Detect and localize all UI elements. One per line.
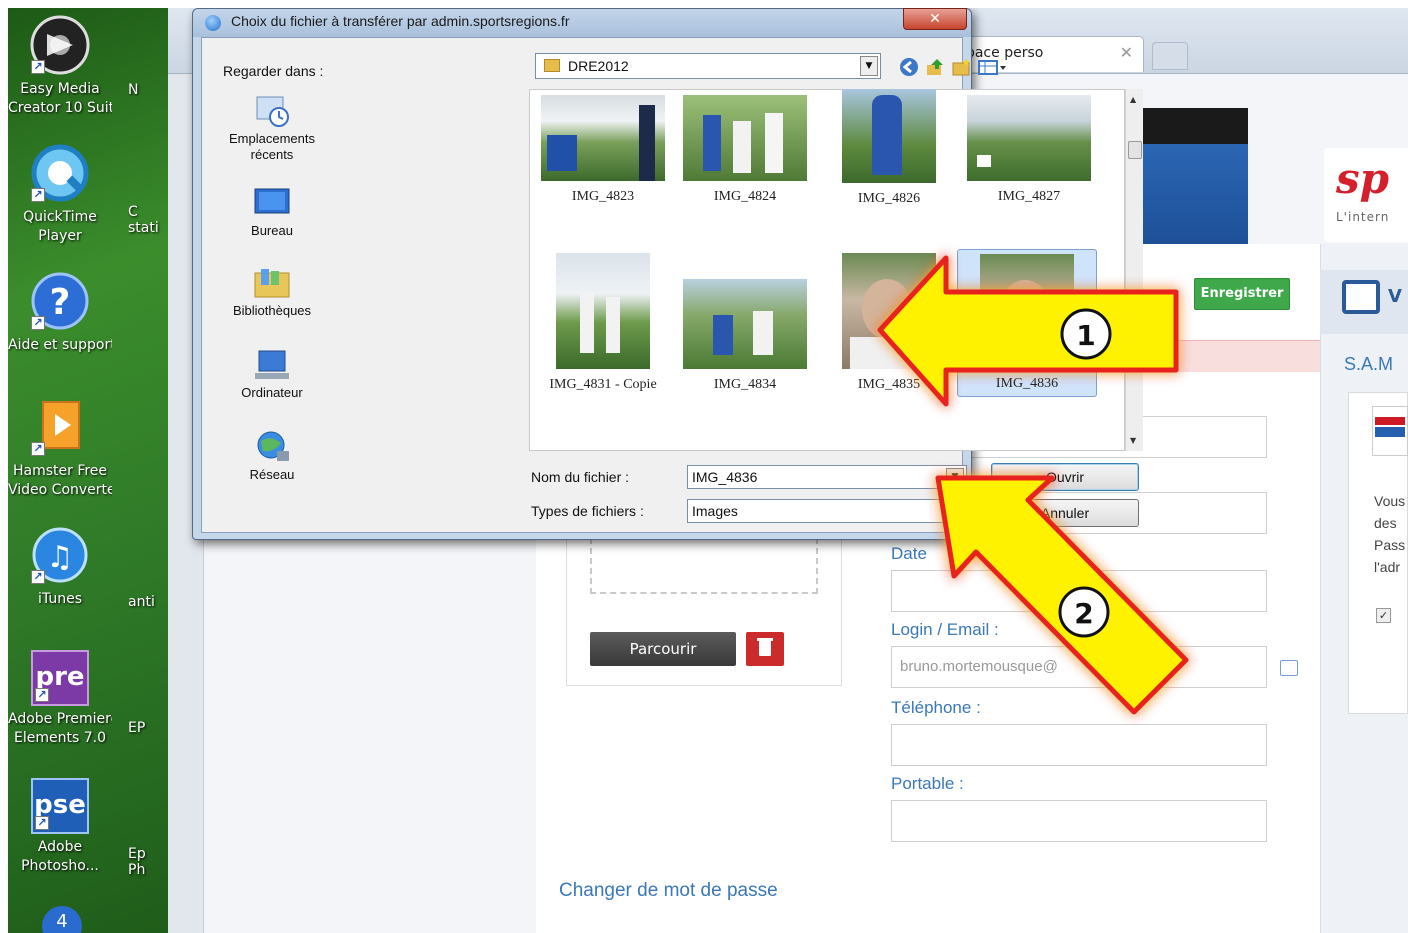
desktop-icon (251, 185, 293, 221)
hamster-icon: ↗ (29, 396, 91, 458)
network-icon (251, 429, 293, 465)
filename-input[interactable]: IMG_4836 ▼ (687, 465, 967, 489)
sidebar-head-text: V (1388, 286, 1402, 307)
window-icon (1342, 280, 1380, 314)
premiere-icon: pre ↗ (31, 650, 89, 706)
file-item[interactable]: IMG_4831 - Copie (533, 253, 673, 393)
place-recent[interactable]: Emplacements récents (213, 93, 331, 163)
image-thumbnail (683, 95, 807, 181)
image-thumbnail (556, 253, 650, 369)
scroll-thumb[interactable] (1128, 141, 1142, 159)
view-menu-icon[interactable] (977, 57, 1007, 77)
browse-button[interactable]: Parcourir (590, 632, 736, 666)
open-button[interactable]: Ouvrir (991, 463, 1139, 491)
sidebar-checkbox[interactable]: ✓ (1376, 608, 1391, 623)
filename-label: Nom du fichier : (531, 469, 630, 485)
save-button[interactable]: Enregistrer (1194, 278, 1290, 310)
desktop-label-col2: Ep Ph (128, 846, 146, 878)
place-network[interactable]: Réseau (213, 429, 331, 483)
desktop-label-col2: anti (128, 594, 155, 610)
recent-places-icon (251, 93, 293, 129)
scroll-down-icon[interactable]: ▼ (1130, 436, 1136, 445)
dialog-titlebar[interactable]: Choix du fichier à transférer par admin.… (193, 8, 971, 37)
sidebar-text: Vous des Pass l'adr (1374, 493, 1406, 575)
file-item[interactable]: IMG_4824 (675, 95, 815, 205)
folder-icon (544, 59, 560, 72)
scroll-up-icon[interactable]: ▲ (1130, 95, 1136, 104)
svg-text:?: ? (50, 282, 71, 323)
date-field[interactable] (891, 570, 1267, 612)
up-folder-icon[interactable] (925, 57, 945, 77)
computer-icon (251, 347, 293, 383)
desktop-icon-help[interactable]: ? ↗ Aide et support (8, 270, 112, 355)
libraries-icon (251, 265, 293, 301)
date-label: Date (891, 544, 927, 563)
browser-globe-icon (205, 15, 221, 31)
file-item[interactable]: IMG_4835 (819, 253, 959, 393)
sidebar-title: S.A.M (1344, 354, 1394, 374)
login-email-field[interactable]: bruno.mortemousque@ (891, 646, 1267, 688)
phone-field[interactable] (891, 724, 1267, 766)
desktop-label-col2: EP (128, 720, 146, 736)
dialog-title: Choix du fichier à transférer par admin.… (231, 13, 570, 29)
info-icon[interactable] (1280, 660, 1298, 676)
image-thumbnail (967, 95, 1091, 181)
file-item[interactable]: IMG_4823 (533, 95, 673, 205)
trash-icon (759, 641, 771, 656)
filetype-label: Types de fichiers : (531, 503, 644, 519)
desktop-label-col2: N (128, 82, 139, 98)
desktop-icon-quicktime[interactable]: ↗ QuickTime Player (8, 142, 112, 246)
help-icon: ? ↗ (29, 270, 91, 332)
phone-label: Téléphone : (891, 698, 981, 717)
chevron-down-icon[interactable]: ▼ (860, 56, 878, 76)
file-list-scrollbar[interactable]: ▲ ▼ (1125, 89, 1143, 451)
login-label: Login / Email : (891, 620, 999, 639)
desktop-icon-itunes[interactable]: ♫ ↗ iTunes (8, 524, 112, 609)
svg-text:♫: ♫ (47, 540, 74, 575)
desktop-label-col2: C stati (128, 204, 159, 236)
place-computer[interactable]: Ordinateur (213, 347, 331, 401)
back-icon[interactable] (899, 57, 919, 77)
cancel-button[interactable]: Annuler (991, 499, 1139, 527)
new-tab-button[interactable] (1152, 42, 1188, 70)
image-thumbnail (842, 89, 936, 183)
chevron-down-icon[interactable]: ▼ (946, 468, 964, 486)
club-logo (1372, 406, 1408, 456)
image-thumbnail (980, 254, 1074, 370)
file-item[interactable]: IMG_4834 (675, 279, 815, 393)
desktop-icon-premiere[interactable]: pre ↗ Adobe Premiere Elements 7.0 (8, 650, 112, 748)
delete-photo-button[interactable] (746, 632, 784, 666)
new-folder-icon[interactable] (951, 57, 971, 77)
tab-close-icon[interactable]: ✕ (1120, 43, 1133, 62)
file-item[interactable]: IMG_4826 (819, 89, 959, 207)
change-password-link[interactable]: Changer de mot de passe (559, 880, 778, 902)
mobile-field[interactable] (891, 800, 1267, 842)
mobile-label: Portable : (891, 774, 964, 793)
site-logo[interactable]: sp L'intern (1324, 148, 1408, 242)
desktop-icon-hamster[interactable]: ↗ Hamster Free Video Converter (8, 396, 112, 500)
easy-media-icon: ↗ (29, 14, 91, 76)
screenshot: ↗ Easy Media Creator 10 Suite ↗ QuickTim… (8, 8, 1408, 933)
dialog-close-button[interactable]: ✕ (903, 8, 967, 30)
place-desktop[interactable]: Bureau (213, 185, 331, 239)
desktop-icon-photoshop[interactable]: pse ↗ Adobe Photosho... (8, 778, 112, 876)
photoshop-icon: pse ↗ (31, 778, 89, 834)
places-bar: Emplacements récents Bureau Bibliothèque… (213, 89, 331, 489)
file-item-selected[interactable]: IMG_4836 (957, 249, 1097, 397)
file-open-dialog: Choix du fichier à transférer par admin.… (192, 8, 1143, 540)
desktop-icon-easy-media[interactable]: ↗ Easy Media Creator 10 Suite (8, 14, 112, 118)
quicktime-icon: ↗ (29, 142, 91, 204)
filetype-select[interactable]: Images ▼ (687, 499, 967, 523)
itunes-icon: ♫ ↗ (29, 524, 91, 586)
look-in-combo[interactable]: DRE2012 ▼ (535, 53, 881, 79)
file-item[interactable]: IMG_4827 (959, 95, 1099, 205)
place-libraries[interactable]: Bibliothèques (213, 265, 331, 319)
image-thumbnail (541, 95, 665, 181)
image-thumbnail (842, 253, 936, 369)
chevron-down-icon[interactable]: ▼ (946, 502, 964, 520)
image-thumbnail (683, 279, 807, 369)
look-in-label: Regarder dans : (223, 63, 324, 79)
